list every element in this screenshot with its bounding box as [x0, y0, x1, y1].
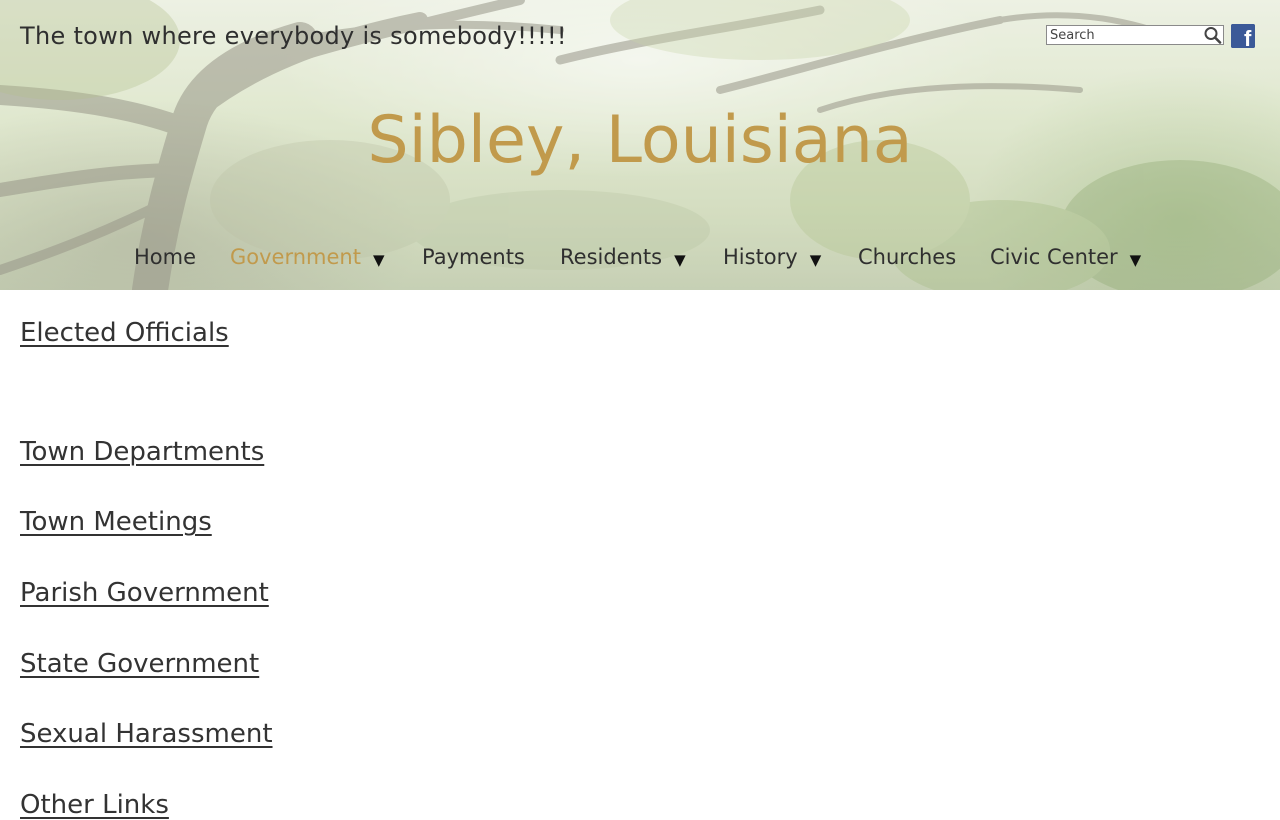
nav-item-label: Residents	[560, 245, 663, 269]
nav-item-history[interactable]: History ▼	[723, 242, 821, 275]
caret-down-icon[interactable]: ▼	[1130, 245, 1142, 275]
nav-item-label: Home	[134, 245, 197, 269]
nav-item-home[interactable]: Home	[134, 242, 196, 272]
site-title[interactable]: Sibley, Louisiana	[0, 103, 1280, 178]
link-town-meetings[interactable]: Town Meetings	[20, 507, 212, 537]
link-town-departments[interactable]: Town Departments	[20, 437, 264, 467]
nav-item-payments[interactable]: Payments	[422, 242, 525, 272]
caret-down-icon[interactable]: ▼	[674, 245, 686, 275]
link-elected-officials[interactable]: Elected Officials	[20, 318, 229, 348]
link-other-links[interactable]: Other Links	[20, 790, 169, 820]
nav-item-churches[interactable]: Churches	[858, 242, 956, 272]
nav-item-label: Payments	[422, 245, 525, 269]
link-parish-government[interactable]: Parish Government	[20, 578, 269, 608]
caret-down-icon[interactable]: ▼	[373, 245, 385, 275]
nav-item-government[interactable]: Government ▼	[230, 242, 385, 275]
site-tagline: The town where everybody is somebody!!!!…	[20, 22, 567, 50]
nav-item-residents[interactable]: Residents ▼	[560, 242, 686, 275]
caret-down-icon[interactable]: ▼	[810, 245, 822, 275]
link-sexual-harassment[interactable]: Sexual Harassment	[20, 719, 273, 749]
main-navigation: Home Government ▼ Payments Residents ▼ His…	[0, 242, 1280, 276]
facebook-icon: f	[1231, 24, 1255, 48]
search-button[interactable]	[1203, 26, 1223, 44]
link-state-government[interactable]: State Government	[20, 649, 259, 679]
nav-item-label: History	[723, 245, 798, 269]
svg-text:f: f	[1244, 26, 1252, 48]
facebook-link[interactable]: f	[1231, 24, 1255, 48]
nav-item-label: Churches	[858, 245, 957, 269]
search-input[interactable]	[1046, 25, 1224, 45]
site-header: The town where everybody is somebody!!!!…	[0, 0, 1280, 290]
nav-item-label: Government	[230, 245, 361, 269]
nav-item-label: Civic Center	[990, 245, 1118, 269]
nav-item-civic-center[interactable]: Civic Center ▼	[990, 242, 1141, 275]
search-icon	[1204, 27, 1222, 44]
